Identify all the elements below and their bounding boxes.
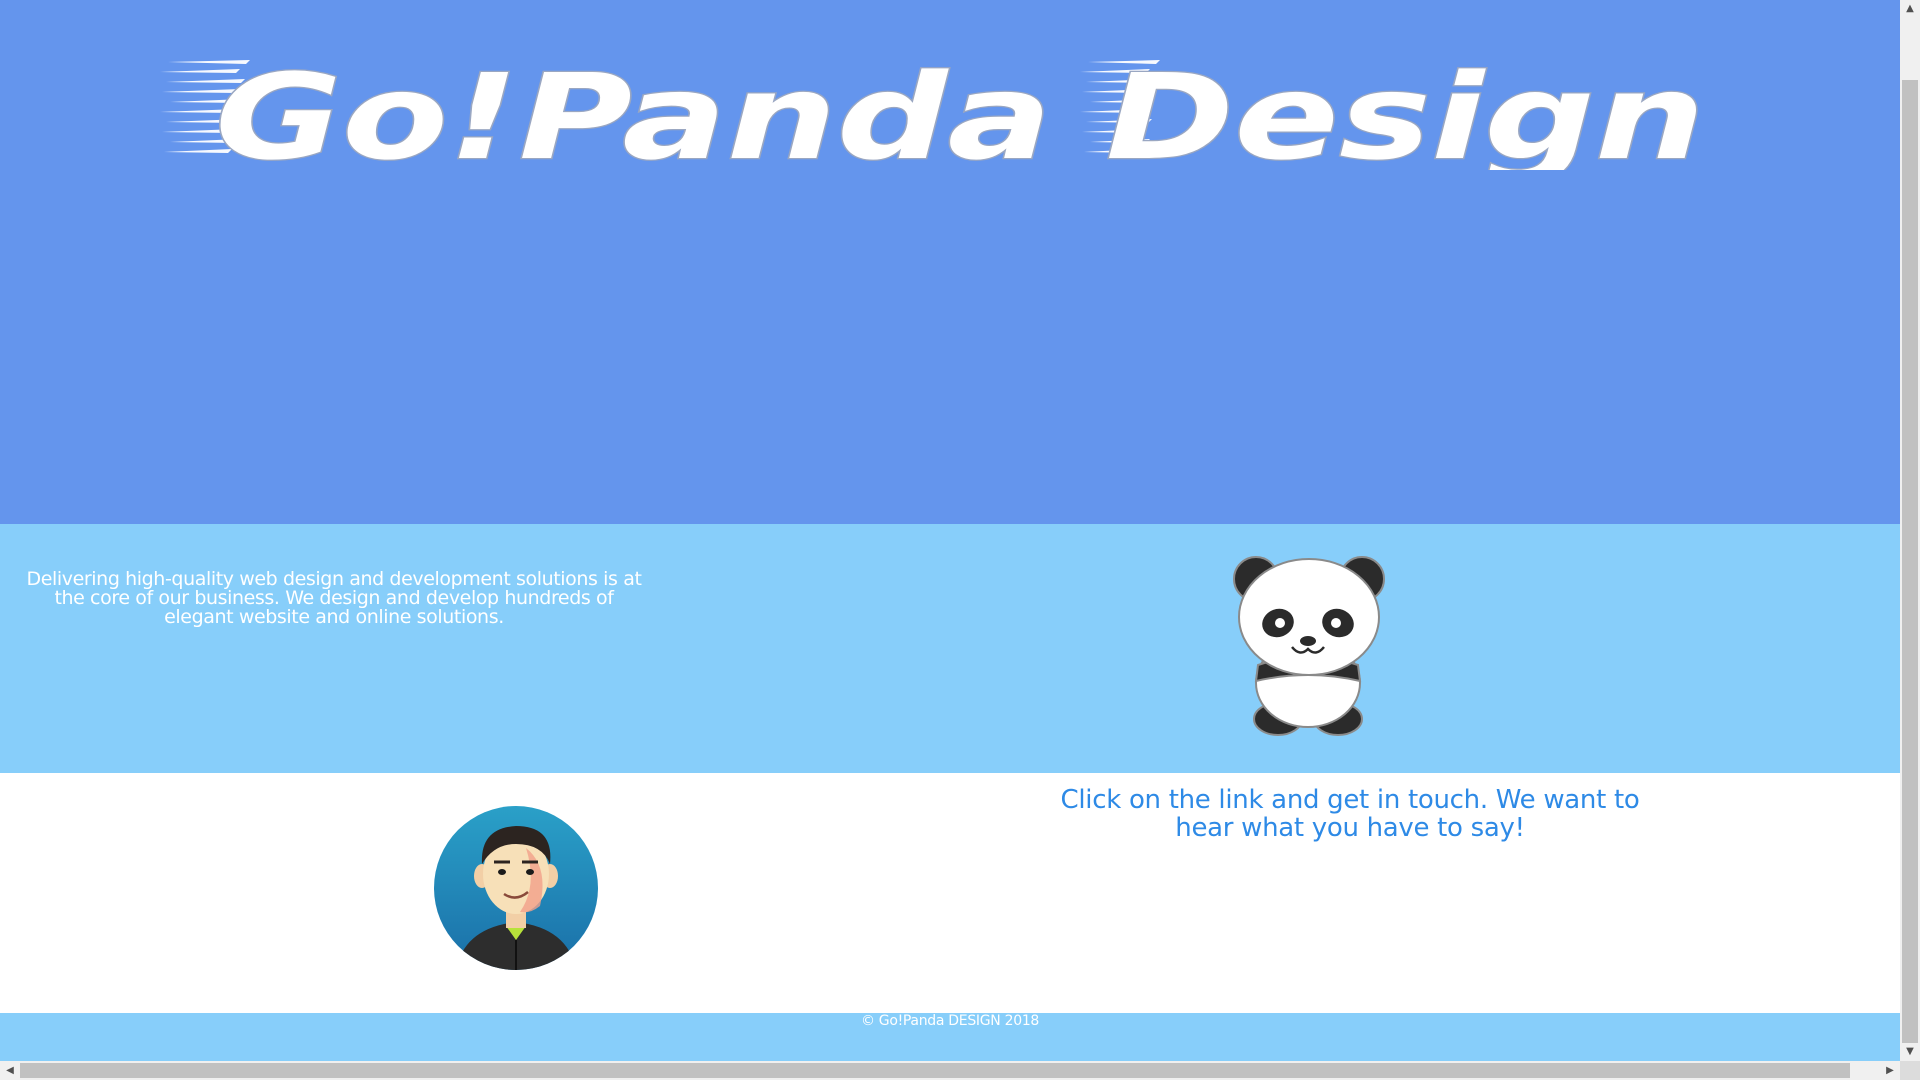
footer: © Go!Panda DESIGN 2018 [0, 1013, 1900, 1061]
logo-text: Go!Panda Design [215, 48, 1705, 170]
horizontal-scrollbar[interactable]: ◀ ▶ [0, 1061, 1900, 1080]
developer-avatar [434, 806, 598, 970]
chevron-down-icon[interactable]: ▼ [1900, 1043, 1920, 1061]
hero-header: Go!Panda Design [0, 0, 1900, 524]
chevron-right-icon[interactable]: ▶ [1880, 1061, 1900, 1080]
page-content: Go!Panda Design Delivering high-quality … [0, 0, 1900, 1061]
copyright-text: © Go!Panda DESIGN 2018 [860, 1013, 1040, 1029]
chevron-left-icon[interactable]: ◀ [0, 1061, 20, 1080]
scrollbar-corner [1900, 1061, 1920, 1080]
horizontal-scroll-thumb[interactable] [20, 1063, 1850, 1078]
panda-mascot-icon [1233, 556, 1385, 736]
vertical-scroll-thumb[interactable] [1902, 80, 1918, 1043]
vertical-scrollbar[interactable]: ▲ ▼ [1900, 0, 1920, 1061]
contact-link[interactable]: Click on the link and get in touch. We w… [1060, 786, 1640, 842]
page: Go!Panda Design Delivering high-quality … [0, 0, 1920, 1080]
contact-section: Click on the link and get in touch. We w… [0, 773, 1900, 1013]
intro-section: Delivering high-quality web design and d… [0, 524, 1900, 773]
chevron-up-icon[interactable]: ▲ [1900, 0, 1920, 18]
site-logo[interactable]: Go!Panda Design [160, 40, 1740, 170]
intro-text: Delivering high-quality web design and d… [26, 568, 642, 628]
